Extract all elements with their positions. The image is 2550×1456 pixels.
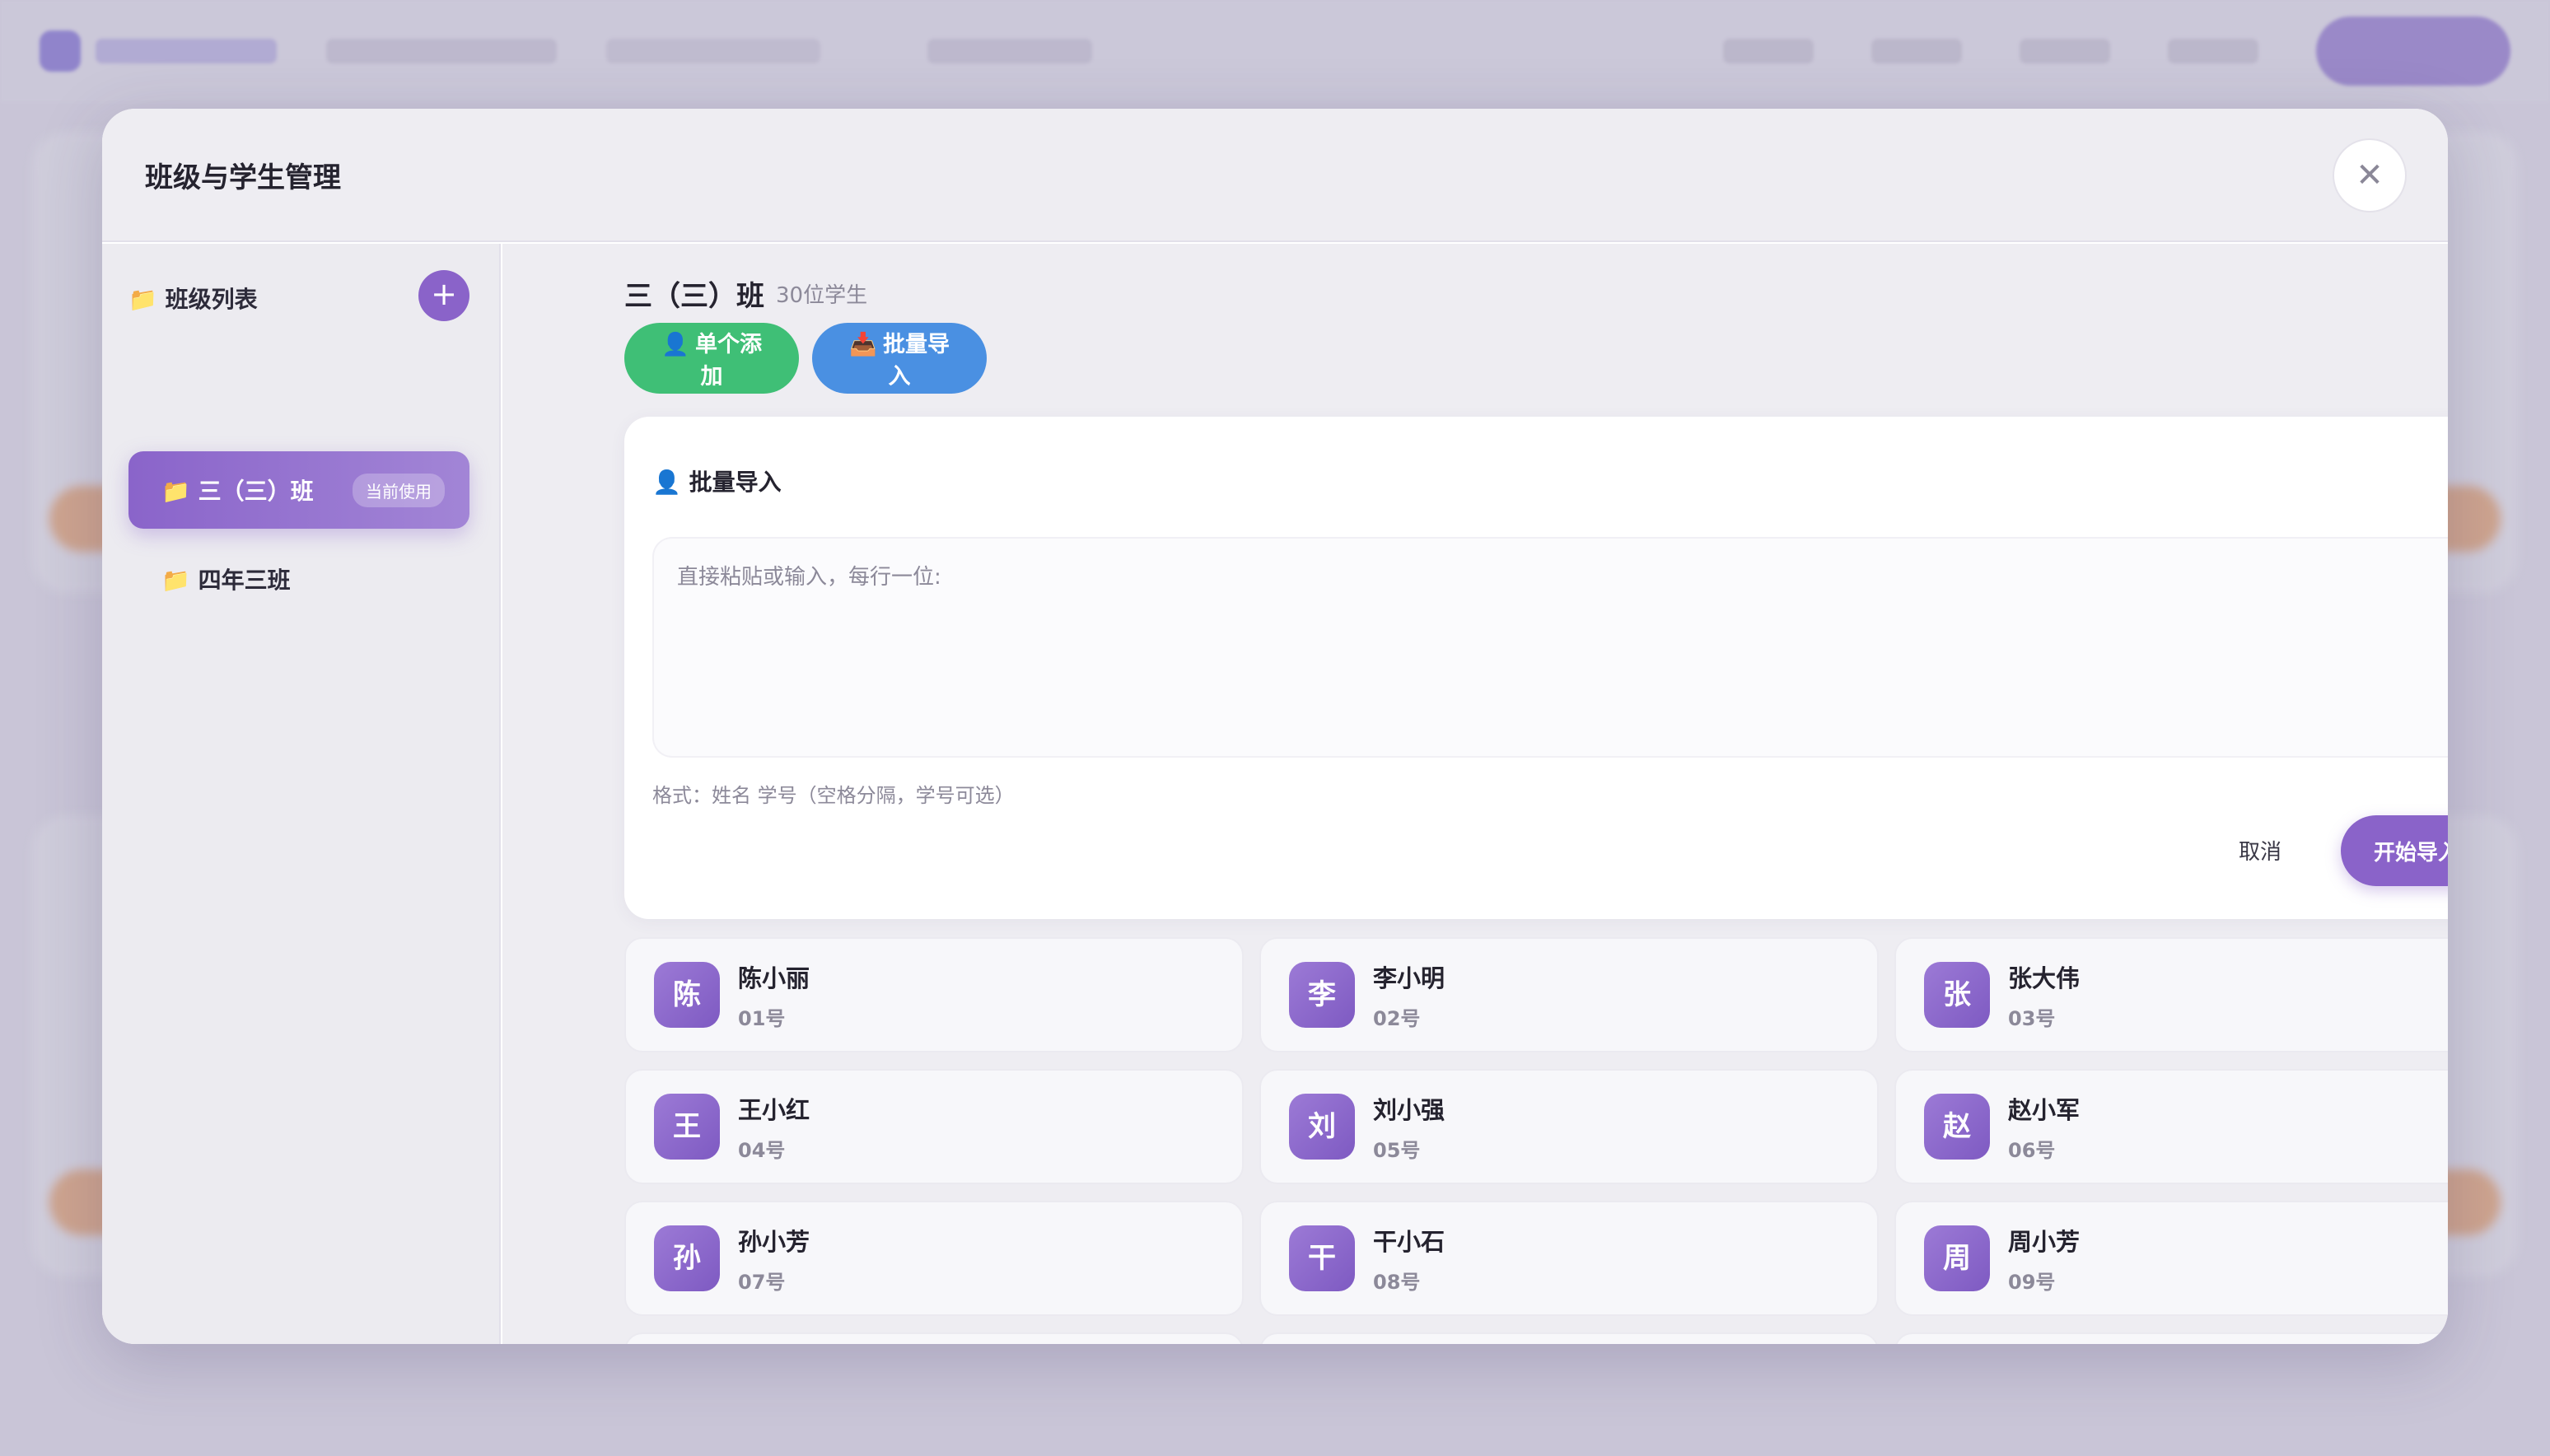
format-hint: 格式：姓名 学号（空格分隔，学号可选） xyxy=(652,784,1015,807)
student-card[interactable]: 李 李小明 02号 xyxy=(1259,937,1879,1052)
student-card[interactable] xyxy=(1894,1332,2448,1344)
add-class-button[interactable]: + xyxy=(418,270,469,321)
class-item-label: 📁 三（三）班 xyxy=(161,478,314,505)
student-card[interactable]: 孙 孙小芳 07号 xyxy=(624,1201,1244,1316)
student-name: 干小石 xyxy=(1373,1227,1445,1256)
class-name-heading: 三（三）班 xyxy=(624,280,764,313)
student-number: 03号 xyxy=(2008,1006,2056,1030)
student-number: 05号 xyxy=(1373,1138,1421,1162)
student-card[interactable]: 周 周小芳 09号 xyxy=(1894,1201,2448,1316)
student-avatar: 干 xyxy=(1289,1225,1355,1291)
student-number: 04号 xyxy=(738,1138,786,1162)
student-grid: 陈 陈小丽 01号 李 李小明 02号 张 张大伟 03号 王 王小红 04号 刘 刘小… xyxy=(624,937,2448,1344)
student-card[interactable]: 陈 陈小丽 01号 xyxy=(624,937,1244,1052)
student-number: 07号 xyxy=(738,1270,786,1294)
student-card[interactable]: 王 王小红 04号 xyxy=(624,1069,1244,1184)
current-class-badge: 当前使用 xyxy=(353,473,445,507)
student-avatar: 孙 xyxy=(654,1225,720,1291)
student-avatar: 刘 xyxy=(1289,1094,1355,1160)
student-name: 赵小军 xyxy=(2008,1095,2081,1124)
student-card[interactable] xyxy=(624,1332,1244,1344)
batch-import-button[interactable]: 📥 批量导入 xyxy=(812,323,987,394)
add-single-student-button[interactable]: 👤 单个添加 xyxy=(624,323,799,394)
student-avatar: 张 xyxy=(1924,962,1990,1028)
student-count: 30位学生 xyxy=(776,283,868,308)
class-list-sidebar: 📁 班级列表 + 📁 三（三）班 当前使用 📁 四年三班 xyxy=(102,244,501,1344)
class-student-management-modal: 班级与学生管理 ✕ 📁 班级列表 + 📁 三（三）班 当前使用 📁 四年三班 三… xyxy=(102,109,2448,1344)
student-number: 06号 xyxy=(2008,1138,2056,1162)
student-avatar: 李 xyxy=(1289,962,1355,1028)
class-item[interactable]: 📁 四年三班 xyxy=(128,540,469,618)
modal-close-button[interactable]: ✕ xyxy=(2333,138,2407,212)
start-import-button[interactable]: 开始导入 xyxy=(2341,815,2448,886)
student-card[interactable]: 干 干小石 08号 xyxy=(1259,1201,1879,1316)
student-avatar: 赵 xyxy=(1924,1094,1990,1160)
student-avatar: 王 xyxy=(654,1094,720,1160)
student-name: 周小芳 xyxy=(2008,1227,2081,1256)
student-number: 08号 xyxy=(1373,1270,1421,1294)
class-item-active[interactable]: 📁 三（三）班 当前使用 xyxy=(128,451,469,529)
close-icon: ✕ xyxy=(2356,156,2384,194)
student-number: 01号 xyxy=(738,1006,786,1030)
student-name: 李小明 xyxy=(1373,964,1445,992)
student-card[interactable]: 赵 赵小军 06号 xyxy=(1894,1069,2448,1184)
student-avatar: 周 xyxy=(1924,1225,1990,1291)
plus-icon: + xyxy=(431,276,457,312)
cancel-button[interactable]: 取消 xyxy=(2239,835,2281,866)
student-name: 刘小强 xyxy=(1373,1095,1445,1124)
student-number: 09号 xyxy=(2008,1270,2056,1294)
modal-title: 班级与学生管理 xyxy=(145,161,341,194)
student-name: 张大伟 xyxy=(2008,964,2081,992)
student-card[interactable] xyxy=(1259,1332,1879,1344)
modal-header: 班级与学生管理 ✕ xyxy=(102,109,2448,242)
student-name: 王小红 xyxy=(738,1095,810,1124)
batch-import-panel: 👤 批量导入 ✕ 格式：姓名 学号（空格分隔，学号可选） 取消 开始导入 xyxy=(624,417,2448,919)
class-list-header: 📁 班级列表 xyxy=(128,286,258,313)
student-card[interactable]: 张 张大伟 03号 xyxy=(1894,937,2448,1052)
student-avatar: 陈 xyxy=(654,962,720,1028)
batch-import-title: 👤 批量导入 xyxy=(652,469,782,496)
student-number: 02号 xyxy=(1373,1006,1421,1030)
class-detail-panel: 三（三）班 30位学生 👤 单个添加 📥 批量导入 👤 批量导入 ✕ 格式：姓名… xyxy=(502,244,2448,1344)
batch-import-textarea[interactable] xyxy=(652,537,2448,758)
class-item-label: 📁 四年三班 xyxy=(161,567,291,594)
student-name: 陈小丽 xyxy=(738,964,810,992)
student-name: 孙小芳 xyxy=(738,1227,810,1256)
student-card[interactable]: 刘 刘小强 05号 xyxy=(1259,1069,1879,1184)
